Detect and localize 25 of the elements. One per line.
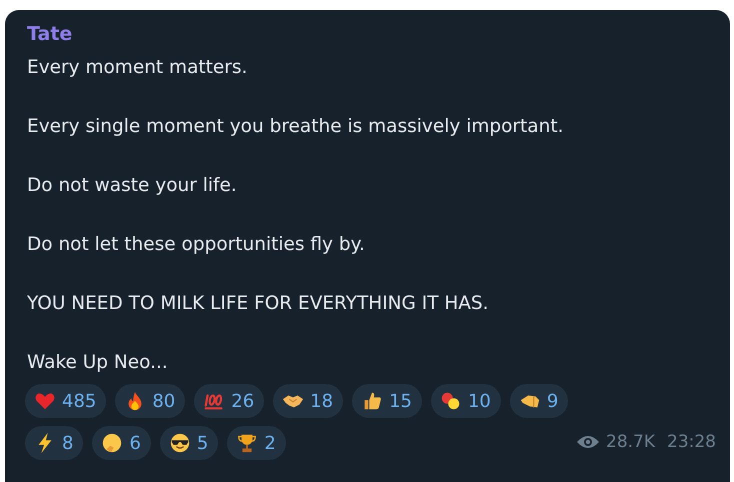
pill-icon <box>440 390 462 412</box>
view-count: 28.7K <box>606 432 655 452</box>
message-paragraph: Wake Up Neo... <box>27 351 169 375</box>
message-paragraph: YOU NEED TO MILK LIFE FOR EVERYTHING IT HAS. <box>27 292 490 316</box>
trophy-icon <box>236 432 258 454</box>
reaction-button[interactable]: 9 <box>510 384 568 418</box>
reaction-button[interactable]: 26 <box>194 384 264 418</box>
message-paragraph: Do not waste your life. <box>27 174 238 198</box>
message-paragraph: Do not let these opportunities fly by. <box>27 233 366 257</box>
reaction-button[interactable]: 6 <box>92 426 151 460</box>
reaction-button[interactable]: 485 <box>25 384 106 418</box>
sunglasses-face-icon <box>168 432 191 454</box>
reaction-button[interactable]: 18 <box>273 384 344 418</box>
eye-icon <box>576 434 600 450</box>
reaction-button[interactable]: 10 <box>430 384 501 418</box>
message-time: 23:28 <box>667 432 716 452</box>
reaction-button[interactable]: 8 <box>25 426 84 460</box>
reaction-button[interactable]: 2 <box>227 426 286 460</box>
reaction-button[interactable]: 80 <box>115 384 186 418</box>
thinking-face-icon <box>101 432 124 454</box>
message-paragraph: Every moment matters. <box>27 56 248 80</box>
reaction-button[interactable]: 15 <box>352 384 422 418</box>
reaction-button[interactable]: 5 <box>160 426 218 460</box>
author-name[interactable]: Tate <box>27 23 710 45</box>
message-paragraph: Every single moment you breathe is massively important. <box>27 115 564 139</box>
